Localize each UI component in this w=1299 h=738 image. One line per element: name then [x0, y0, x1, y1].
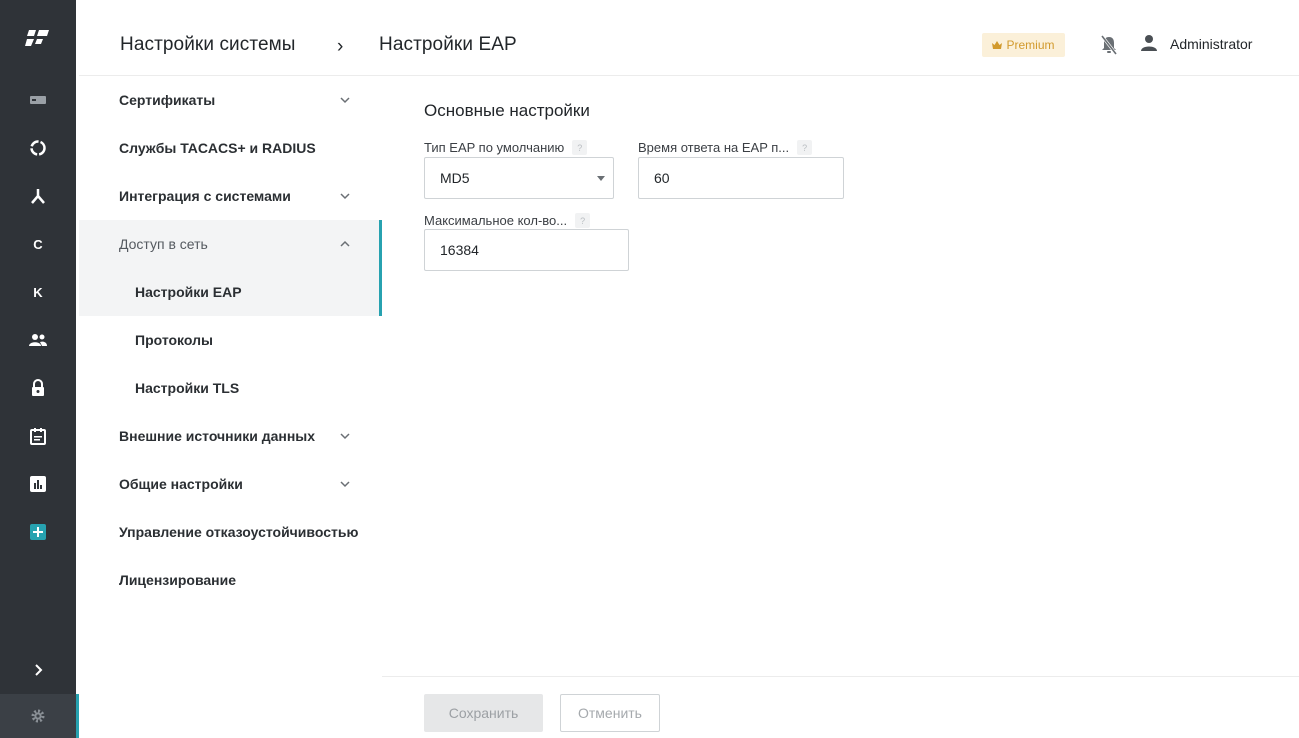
settings-gear-icon[interactable] — [0, 694, 79, 738]
nav-item-failover[interactable]: Управление отказоустойчивостью — [79, 508, 382, 556]
nav-item-label: Внешние источники данных — [119, 428, 316, 444]
max-count-label: Максимальное кол-во... ? — [424, 213, 591, 228]
nav-item-network-access[interactable]: Доступ в сеть — [79, 220, 382, 268]
nav-item-label: Настройки EAP — [135, 284, 242, 300]
cancel-button[interactable]: Отменить — [560, 694, 660, 732]
nav-item-label: Службы TACACS+ и RADIUS — [119, 140, 316, 156]
user-icon[interactable] — [1140, 34, 1158, 54]
max-count-label-text: Максимальное кол-во... — [424, 213, 568, 228]
nav-item-label: Интеграция с системами — [119, 188, 291, 204]
calendar-icon[interactable] — [0, 412, 76, 460]
nav-item-eap-settings[interactable]: Настройки EAP — [79, 220, 382, 316]
chevron-down-icon — [340, 193, 350, 200]
eap-type-label-text: Тип EAP по умолчанию — [424, 140, 565, 155]
premium-badge: Premium — [982, 33, 1065, 57]
nav-item-tls-settings[interactable]: Настройки TLS — [79, 364, 382, 412]
letter-c-icon[interactable]: C — [0, 220, 76, 268]
eap-timeout-label: Время ответа на EAP п... ? — [638, 140, 813, 155]
max-count-value: 16384 — [440, 242, 479, 258]
help-icon[interactable]: ? — [572, 140, 588, 155]
user-name[interactable]: Administrator — [1170, 36, 1252, 52]
help-icon[interactable]: ? — [797, 140, 813, 155]
nav-item-label: Протоколы — [135, 332, 213, 348]
breadcrumb-current: Настройки EAP — [379, 34, 517, 55]
nav-item-label: Лицензирование — [119, 572, 237, 588]
topology-icon[interactable] — [0, 172, 76, 220]
settings-nav: Сертификаты Службы TACACS+ и RADIUS Инте… — [79, 76, 382, 738]
lock-icon[interactable] — [0, 364, 76, 412]
chart-icon[interactable] — [0, 460, 76, 508]
nav-item-protocols[interactable]: Протоколы — [79, 316, 382, 364]
app-rail: C K — [0, 0, 79, 738]
chevron-up-icon — [340, 240, 350, 247]
nav-item-tacacs-radius[interactable]: Службы TACACS+ и RADIUS — [79, 124, 382, 172]
server-icon[interactable] — [0, 76, 76, 124]
nav-item-label: Управление отказоустойчивостью — [119, 524, 359, 540]
top-header: Настройки системы › Настройки EAP Premiu… — [79, 0, 1299, 76]
notifications-off-icon[interactable] — [1100, 34, 1118, 56]
users-icon[interactable] — [0, 316, 76, 364]
eap-timeout-label-text: Время ответа на EAP п... — [638, 140, 790, 155]
form-footer: Сохранить Отменить — [382, 676, 1299, 738]
main-content: Основные настройки Тип EAP по умолчанию … — [382, 76, 1299, 676]
nav-item-label: Настройки TLS — [135, 380, 240, 396]
breadcrumb-root[interactable]: Настройки системы — [120, 34, 296, 56]
eap-timeout-input[interactable]: 60 — [638, 157, 844, 199]
nav-item-label: Сертификаты — [119, 92, 216, 108]
nav-item-label: Доступ в сеть — [119, 236, 208, 252]
nav-item-licensing[interactable]: Лицензирование — [79, 556, 382, 604]
eap-type-select[interactable]: MD5 — [424, 157, 614, 199]
eap-type-value: MD5 — [440, 170, 470, 186]
chevron-down-icon — [340, 433, 350, 440]
max-count-input[interactable]: 16384 — [424, 229, 629, 271]
eap-timeout-value: 60 — [654, 170, 670, 186]
crown-icon — [992, 41, 1003, 49]
premium-label: Premium — [1006, 38, 1055, 52]
save-button[interactable]: Сохранить — [424, 694, 543, 732]
nav-item-general-settings[interactable]: Общие настройки — [79, 460, 382, 508]
app-logo[interactable] — [0, 0, 76, 76]
nav-item-label: Общие настройки — [119, 476, 243, 492]
nav-item-certificates[interactable]: Сертификаты — [79, 76, 382, 124]
nav-item-external-sources[interactable]: Внешние источники данных — [79, 412, 382, 460]
section-title: Основные настройки — [424, 101, 590, 120]
expand-rail-icon[interactable] — [0, 648, 76, 692]
circle-icon[interactable] — [0, 124, 76, 172]
chevron-down-icon — [340, 97, 350, 104]
chevron-down-icon — [340, 481, 350, 488]
breadcrumb-separator: › — [337, 36, 344, 57]
help-icon[interactable]: ? — [575, 213, 591, 228]
plus-icon[interactable] — [0, 508, 76, 556]
eap-type-label: Тип EAP по умолчанию ? — [424, 140, 588, 155]
nav-item-integration[interactable]: Интеграция с системами — [79, 172, 382, 220]
letter-k-icon[interactable]: K — [0, 268, 76, 316]
dropdown-caret-icon — [597, 176, 605, 181]
